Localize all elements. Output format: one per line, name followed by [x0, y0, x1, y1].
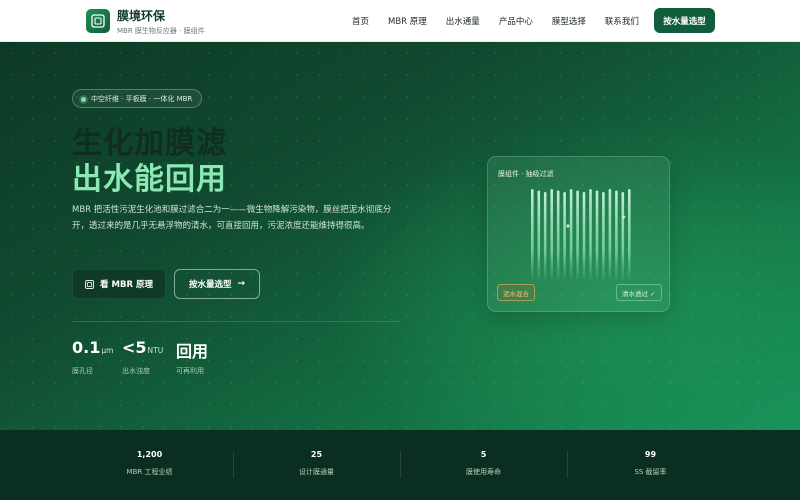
membrane-logo-icon [91, 14, 105, 28]
stat-reuse: 回用 可再利用 [176, 338, 209, 375]
module-icon [85, 279, 94, 289]
clear-water-tag: 清水透过 ✓ [616, 284, 662, 301]
hero-divider [72, 321, 400, 322]
nav-item-membrane-select[interactable]: 膜型选择 [552, 15, 586, 27]
hero-title-line2: 出水能回用 [72, 162, 227, 197]
bubble-icon [566, 224, 570, 228]
nav-item-flux[interactable]: 出水通量 [446, 15, 480, 27]
membrane-fiber [550, 189, 553, 279]
stat-reuse-label: 可再利用 [176, 367, 204, 375]
band-stat-ss-rejection-value: 99 [644, 450, 657, 459]
view-mbr-principle-button[interactable]: 看 MBR 原理 [72, 269, 166, 299]
main-nav: 首页 MBR 原理 出水通量 产品中心 膜型选择 联系我们 [352, 0, 658, 42]
stat-pore-size-unit: μm [101, 346, 114, 355]
select-by-flow-button[interactable]: 按水量选型 → [174, 269, 260, 299]
hero-pill-text: 中空纤维 · 平板膜 · 一体化 MBR [91, 94, 193, 103]
membrane-fiber [576, 190, 579, 279]
stat-turbidity-label: 出水浊度 [122, 367, 150, 375]
nav-item-home[interactable]: 首页 [352, 15, 369, 27]
band-stat-projects-value: 1,200 [136, 450, 163, 459]
bubble-icon [622, 215, 626, 219]
view-mbr-principle-label: 看 MBR 原理 [100, 280, 153, 290]
membrane-fiber [615, 190, 618, 279]
stats-band: 1,200 MBR 工程业绩 25 设计膜通量 5 膜使用寿命 99 SS 截留… [0, 430, 800, 500]
stat-reuse-value: 回用 [176, 342, 209, 361]
sludge-mix-tag: 泥水混合 [497, 284, 535, 301]
membrane-fiber [543, 192, 547, 279]
nav-item-products[interactable]: 产品中心 [499, 15, 533, 27]
membrane-fiber [569, 189, 573, 279]
select-by-flow-label: 按水量选型 [188, 280, 232, 290]
nav-select-by-flow-button[interactable]: 按水量选型 [654, 8, 715, 33]
band-stat-ss-rejection: 99 SS 截留率 [567, 430, 734, 500]
band-stat-lifespan-label: 膜使用寿命 [466, 468, 501, 476]
band-stat-flux-label: 设计膜通量 [299, 468, 334, 476]
stat-turbidity-value: <5 [122, 338, 147, 357]
stat-pore-size: 0.1μm 膜孔径 [72, 338, 114, 375]
band-stat-lifespan: 5 膜使用寿命 [400, 430, 567, 500]
membrane-fiber [537, 190, 541, 279]
membrane-fiber [608, 189, 612, 279]
brand-tagline: MBR 膜生物反应器 · 膜组件 [117, 27, 205, 35]
membrane-fiber [582, 192, 586, 279]
membrane-module-card: 膜组件 · 抽吸过滤 泥水混合 清水透过 ✓ [487, 156, 670, 312]
membrane-fiber [556, 190, 560, 279]
nav-item-mbr-principle[interactable]: MBR 原理 [388, 15, 427, 27]
hero-description: MBR 把活性污泥生化池和膜过滤合二为一——微生物降解污染物，膜丝把泥水彻底分开… [72, 205, 392, 231]
membrane-fiber [595, 190, 599, 279]
stat-turbidity-unit: NTU [147, 346, 164, 355]
band-stat-ss-rejection-label: SS 截留率 [634, 468, 667, 476]
membrane-fiber [531, 189, 534, 279]
membrane-fiber [602, 192, 605, 279]
band-stat-projects: 1,200 MBR 工程业绩 [66, 430, 233, 500]
arrow-right-icon: → [237, 279, 246, 289]
nav-item-contact[interactable]: 联系我们 [605, 15, 639, 27]
membrane-fiber [589, 189, 592, 279]
membrane-fiber [628, 189, 631, 279]
logo[interactable] [86, 9, 110, 33]
band-stat-flux: 25 设计膜通量 [233, 430, 400, 500]
band-stat-flux-value: 25 [310, 450, 323, 459]
site-header: 膜境环保 MBR 膜生物反应器 · 膜组件 首页 MBR 原理 出水通量 产品中… [0, 0, 800, 42]
stat-pore-size-value: 0.1 [72, 338, 101, 357]
band-stat-lifespan-value: 5 [480, 450, 487, 459]
membrane-fiber [563, 192, 566, 279]
band-stat-projects-label: MBR 工程业绩 [126, 468, 173, 476]
membrane-fiber [621, 192, 625, 279]
hero-section: 中空纤维 · 平板膜 · 一体化 MBR 生化加膜滤 出水能回用 MBR 把活性… [0, 42, 800, 430]
hero-pill-badge: 中空纤维 · 平板膜 · 一体化 MBR [72, 89, 203, 108]
brand-name[interactable]: 膜境环保 [117, 7, 165, 24]
stat-pore-size-label: 膜孔径 [72, 367, 93, 375]
status-dot-icon [81, 96, 86, 102]
stat-turbidity: <5NTU 出水浊度 [122, 338, 164, 375]
